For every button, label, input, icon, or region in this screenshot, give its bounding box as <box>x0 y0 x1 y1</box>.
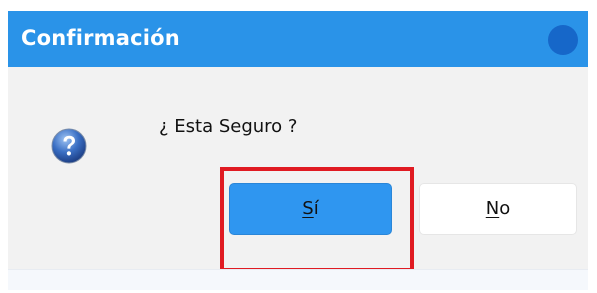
no-button-mnemonic: N <box>485 198 500 219</box>
yes-button-mnemonic: S <box>302 198 314 219</box>
yes-button-label: í <box>313 198 319 219</box>
dialog-content: ¿ Esta Seguro ? Sí No <box>8 67 588 272</box>
titlebar-circle-icon <box>548 25 578 55</box>
no-button[interactable]: No <box>419 183 577 235</box>
yes-button[interactable]: Sí <box>229 183 392 235</box>
no-button-label: o <box>499 198 511 219</box>
confirmation-message: ¿ Esta Seguro ? <box>159 116 298 137</box>
dialog-titlebar[interactable]: Confirmación <box>8 11 588 67</box>
dialog-title: Confirmación <box>21 26 180 50</box>
dialog-footer <box>8 269 588 290</box>
confirmation-dialog: Confirmación ¿ Esta Seguro ? Sí No <box>8 11 588 290</box>
question-icon <box>51 128 87 164</box>
